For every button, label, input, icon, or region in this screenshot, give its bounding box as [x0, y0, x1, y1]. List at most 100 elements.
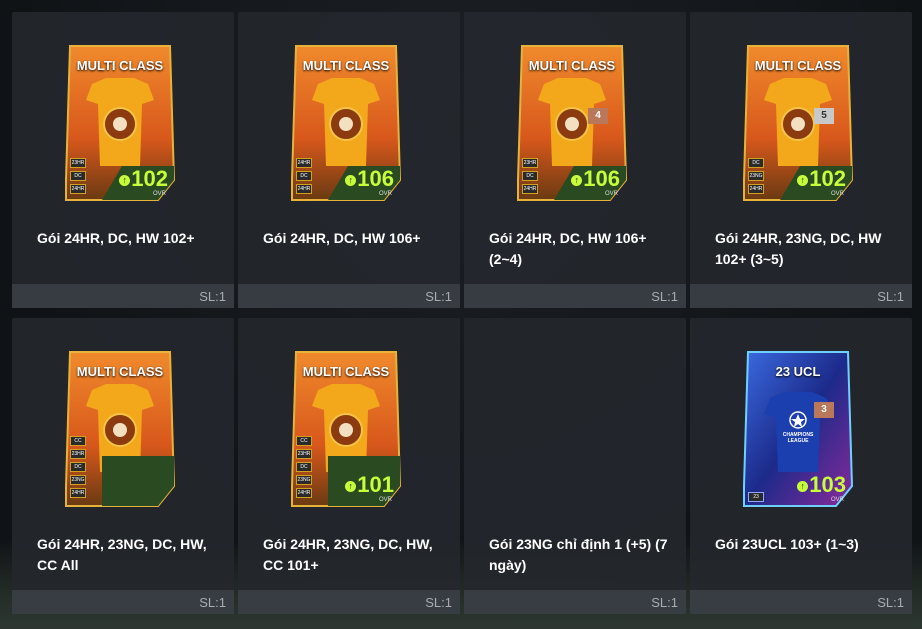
- multi-class-card: MULTI CLASS 5 DC 23NG 24HR ↑ 102 OVR: [740, 40, 856, 204]
- badge: 24HR: [70, 488, 86, 498]
- upgrade-arrow-icon: ↑: [797, 480, 809, 492]
- badge: 24HR: [70, 184, 86, 194]
- card-badges: 23HR DC 24HR: [70, 158, 90, 197]
- card-badges: 23HR DC 24HR: [522, 158, 542, 197]
- pack-quantity: SL:1: [877, 289, 904, 304]
- badge: 23HR: [70, 158, 86, 168]
- ovr-label: OVR: [378, 191, 392, 197]
- badge: CC: [296, 436, 312, 446]
- card-badges: 23: [748, 492, 768, 505]
- badge: DC: [296, 171, 312, 181]
- card-ovr: ↑ 102: [797, 166, 846, 192]
- pack-title: Gói 24HR, DC, HW 106+: [263, 230, 421, 246]
- pack-title: Gói 24HR, DC, HW 106+ (2~4): [489, 230, 647, 267]
- pack-tile[interactable]: MULTI CLASS CC 23HR DC 23NG 24HR Gói 24H…: [12, 318, 234, 614]
- badge: CC: [70, 436, 86, 446]
- card-ovr: ↑ 101: [345, 472, 394, 498]
- pack-tile[interactable]: MULTI CLASS 4 23HR DC 24HR ↑ 106 OVR Gói …: [464, 12, 686, 308]
- pack-footer: SL:1: [690, 590, 912, 614]
- badge: DC: [522, 171, 538, 181]
- upgrade-arrow-icon: ↑: [571, 174, 583, 186]
- card-name: MULTI CLASS: [528, 58, 616, 73]
- upgrade-arrow-icon: ↑: [797, 174, 809, 186]
- badge: 23HR: [522, 158, 538, 168]
- upgrade-arrow-icon: ↑: [345, 174, 357, 186]
- card-name: MULTI CLASS: [302, 364, 390, 379]
- ovr-value: 102: [131, 166, 168, 191]
- pack-quantity: SL:1: [425, 595, 452, 610]
- pack-footer: SL:1: [238, 284, 460, 308]
- card-ovr: ↑ 102: [119, 166, 168, 192]
- multi-class-card: MULTI CLASS 23HR DC 24HR ↑ 102 OVR: [62, 40, 178, 204]
- multi-class-card: MULTI CLASS 24HR DC 24HR ↑ 106 OVR: [288, 40, 404, 204]
- pack-tile[interactable]: MULTI CLASS 5 DC 23NG 24HR ↑ 102 OVR Gói …: [690, 12, 912, 308]
- pack-footer: SL:1: [12, 590, 234, 614]
- pack-footer: SL:1: [12, 284, 234, 308]
- badge: DC: [70, 171, 86, 181]
- pack-title: Gói 23UCL 103+ (1~3): [715, 536, 859, 552]
- pack-title: Gói 24HR, 23NG, DC, HW 102+ (3~5): [715, 230, 882, 267]
- pack-tile[interactable]: Gói 23NG chỉ định 1 (+5) (7 ngày) SL:1: [464, 318, 686, 614]
- pack-grid: MULTI CLASS 23HR DC 24HR ↑ 102 OVR Gói 24…: [0, 0, 922, 629]
- card-name: 23 UCL: [775, 364, 821, 379]
- pack-quantity: SL:1: [425, 289, 452, 304]
- pack-tile[interactable]: MULTI CLASS 23HR DC 24HR ↑ 102 OVR Gói 24…: [12, 12, 234, 308]
- badge: 24HR: [296, 488, 312, 498]
- ovr-value: 103: [809, 472, 846, 497]
- badge: 24HR: [522, 184, 538, 194]
- pack-quantity: SL:1: [651, 595, 678, 610]
- pack-quantity: SL:1: [651, 289, 678, 304]
- badge: 23NG: [748, 171, 764, 181]
- ucl-card: 23 UCL 3 CHAMPIONS LEAGUE 23 ↑ 103 OVR: [740, 346, 856, 510]
- card-name: MULTI CLASS: [754, 58, 842, 73]
- champions-league-text: CHAMPIONS LEAGUE: [782, 432, 814, 444]
- ovr-label: OVR: [378, 497, 392, 503]
- badge: 24HR: [748, 184, 764, 194]
- pack-footer: SL:1: [238, 590, 460, 614]
- ovr-label: OVR: [152, 191, 166, 197]
- multi-class-card: MULTI CLASS CC 23HR DC 23NG 24HR: [62, 346, 178, 510]
- badge: 23: [748, 492, 764, 502]
- grade-badge: 3: [814, 402, 834, 418]
- badge: DC: [748, 158, 764, 168]
- card-ovr: ↑ 106: [345, 166, 394, 192]
- pack-title: Gói 24HR, 23NG, DC, HW, CC All: [37, 536, 207, 573]
- grade-badge: 5: [814, 108, 834, 124]
- pack-tile[interactable]: 23 UCL 3 CHAMPIONS LEAGUE 23 ↑ 103 OVR Gó…: [690, 318, 912, 614]
- ovr-value: 106: [583, 166, 620, 191]
- card-name: MULTI CLASS: [302, 58, 390, 73]
- pack-tile[interactable]: MULTI CLASS 24HR DC 24HR ↑ 106 OVR Gói 24…: [238, 12, 460, 308]
- ovr-label: OVR: [604, 191, 618, 197]
- pack-quantity: SL:1: [199, 595, 226, 610]
- multi-class-card: MULTI CLASS 4 23HR DC 24HR ↑ 106 OVR: [514, 40, 630, 204]
- pack-quantity: SL:1: [199, 289, 226, 304]
- pack-footer: SL:1: [464, 284, 686, 308]
- card-badges: CC 23HR DC 23NG 24HR: [296, 436, 316, 501]
- ovr-label: OVR: [830, 191, 844, 197]
- multi-class-card: MULTI CLASS CC 23HR DC 23NG 24HR ↑ 101 OV…: [288, 346, 404, 510]
- pack-footer: SL:1: [690, 284, 912, 308]
- badge: 23HR: [70, 449, 86, 459]
- badge: 24HR: [296, 184, 312, 194]
- pack-title: Gói 24HR, 23NG, DC, HW, CC 101+: [263, 536, 433, 573]
- card-ovr: ↑ 103: [797, 472, 846, 498]
- pack-tile[interactable]: MULTI CLASS CC 23HR DC 23NG 24HR ↑ 101 OV…: [238, 318, 460, 614]
- pack-footer: SL:1: [464, 590, 686, 614]
- badge: DC: [296, 462, 312, 472]
- pack-quantity: SL:1: [877, 595, 904, 610]
- grade-badge: 4: [588, 108, 608, 124]
- badge: 23NG: [70, 475, 86, 485]
- pack-title: Gói 23NG chỉ định 1 (+5) (7 ngày): [489, 536, 668, 573]
- card-name: MULTI CLASS: [76, 58, 164, 73]
- ovr-value: 106: [357, 166, 394, 191]
- badge: 24HR: [296, 158, 312, 168]
- card-badges: 24HR DC 24HR: [296, 158, 316, 197]
- ovr-value: 102: [809, 166, 846, 191]
- pack-title: Gói 24HR, DC, HW 102+: [37, 230, 195, 246]
- ovr-value: 101: [357, 472, 394, 497]
- card-badges: DC 23NG 24HR: [748, 158, 768, 197]
- badge: 23NG: [296, 475, 312, 485]
- card-name: MULTI CLASS: [76, 364, 164, 379]
- badge: 23HR: [296, 449, 312, 459]
- card-ovr: ↑ 106: [571, 166, 620, 192]
